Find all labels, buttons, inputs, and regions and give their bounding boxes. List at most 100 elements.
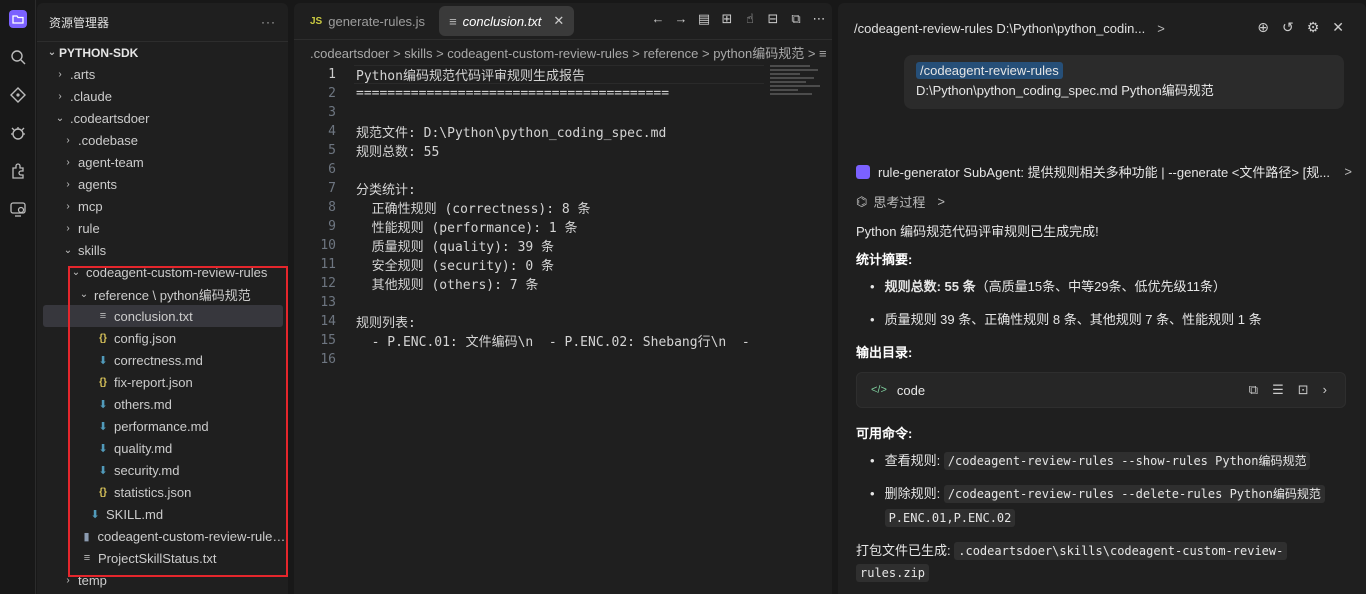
tree-folder[interactable]: › rule <box>37 217 288 239</box>
line-number: 7 <box>328 181 336 196</box>
tree-folder[interactable]: ⌄ skills <box>37 239 288 261</box>
line-text: 规则列表: <box>356 316 416 331</box>
pack-path[interactable]: .codeartsdoer\skills\codeagent-custom-re… <box>954 542 1288 560</box>
tree-folder[interactable]: › .claude <box>37 85 288 107</box>
chevron-down-icon: ⌄ <box>47 47 57 58</box>
command-item: • 查看规则: /codeagent-review-rules --show-r… <box>870 449 1311 473</box>
pack-path[interactable]: rules.zip <box>856 564 930 582</box>
split-editor-icon[interactable]: ⊟ <box>766 11 780 27</box>
chevron-right-icon[interactable]: > <box>1157 21 1165 36</box>
highlight-box <box>68 266 288 577</box>
code-line[interactable]: 8 正确性规则 (correctness): 8 条 <box>294 198 764 217</box>
completion-message: Python 编码规范代码评审规则已生成完成! <box>856 224 1099 239</box>
line-number: 16 <box>320 352 336 367</box>
thinking-toggle[interactable]: ⌬ 思考过程 > <box>856 192 945 211</box>
line-text: - P.ENC.01: 文件编码\n - P.ENC.02: Shebang行\… <box>356 335 758 350</box>
settings-icon[interactable]: ⚙ <box>1307 19 1320 36</box>
new-chat-icon[interactable]: ⊕ <box>1257 19 1269 36</box>
code-line[interactable]: 9 性能规则 (performance): 1 条 <box>294 217 764 236</box>
code-line[interactable]: 7 分类统计: <box>294 179 764 198</box>
explorer-activity-icon[interactable] <box>0 0 36 38</box>
tree-folder[interactable]: › agent-team <box>37 151 288 173</box>
chat-header-actions: ⊕ ↺ ⚙ ✕ <box>1257 19 1344 36</box>
user-message-args: D:\Python\python_coding_spec.md Python编码… <box>916 83 1214 98</box>
line-number: 15 <box>320 333 336 348</box>
chat-title[interactable]: /codeagent-review-rules D:\Python\python… <box>854 21 1145 36</box>
chat-header: /codeagent-review-rules D:\Python\python… <box>838 3 1366 53</box>
subagent-label: rule-generator SubAgent: 提供规则相关多种功能 | --… <box>878 165 1331 180</box>
explorer-title: 资源管理器 <box>49 15 110 30</box>
line-text: 规则总数: 55 <box>356 145 440 160</box>
tree-item-label: .codeartsdoer <box>70 110 150 126</box>
arrow-right-icon[interactable]: → <box>674 11 688 27</box>
line-number: 5 <box>328 143 336 158</box>
code-line[interactable]: 12 其他规则 (others): 7 条 <box>294 274 764 293</box>
code-line[interactable]: 5 规则总数: 55 <box>294 141 764 160</box>
line-text: 质量规则 (quality): 39 条 <box>356 240 555 255</box>
history-icon[interactable]: ↺ <box>1282 19 1294 36</box>
tab-conclusion[interactable]: ≡ conclusion.txt ✕ <box>439 6 575 36</box>
code-line[interactable]: 4 规范文件: D:\Python\python_coding_spec.md <box>294 122 764 141</box>
tree-folder[interactable]: ⌄ .codeartsdoer <box>37 107 288 129</box>
hand-icon[interactable]: ☝ <box>743 11 757 27</box>
chevron-right-icon[interactable]: › <box>1323 382 1327 398</box>
preview-icon[interactable]: ▤ <box>697 11 711 27</box>
tree-item-label: agents <box>78 176 118 192</box>
code-editor[interactable]: 1 Python编码规范代码评审规则生成报告 2 ==================… <box>294 65 764 369</box>
tree-folder[interactable]: › mcp <box>37 195 288 217</box>
search-activity-icon[interactable] <box>0 38 36 76</box>
line-text: 分类统计: <box>356 183 416 198</box>
line-number: 4 <box>328 124 336 139</box>
code-line[interactable]: 10 质量规则 (quality): 39 条 <box>294 236 764 255</box>
more-actions-icon[interactable]: ⋯ <box>812 11 826 27</box>
tree-folder[interactable]: › agents <box>37 173 288 195</box>
output-dir-card[interactable]: </> code ⧉ ☰ ⊡ › <box>856 372 1346 408</box>
code-line[interactable]: 15 - P.ENC.01: 文件编码\n - P.ENC.02: Sheban… <box>294 331 764 350</box>
line-number: 10 <box>320 238 336 253</box>
tree-folder[interactable]: › .codebase <box>37 129 288 151</box>
code-line[interactable]: 16 <box>294 350 764 369</box>
explorer-panel: 资源管理器 ··· ⌄ PYTHON-SDK › .arts › .claude ⌄ .c… <box>37 3 288 594</box>
tree-folder[interactable]: › .arts <box>37 63 288 85</box>
code-line[interactable]: 11 安全规则 (security): 0 条 <box>294 255 764 274</box>
line-number: 13 <box>320 295 336 310</box>
breadcrumb[interactable]: .codeartsdoer > skills > codeagent-custo… <box>294 39 832 65</box>
tree-item-label: .codebase <box>78 132 138 148</box>
more-actions-icon[interactable]: ··· <box>261 15 276 29</box>
subagent-invocation[interactable]: rule-generator SubAgent: 提供规则相关多种功能 | --… <box>856 162 1356 181</box>
compare-icon[interactable]: ⧉ <box>789 11 803 27</box>
source-control-activity-icon[interactable] <box>0 76 36 114</box>
arrow-left-icon[interactable]: ← <box>651 11 665 27</box>
close-icon[interactable]: ✕ <box>1332 19 1344 36</box>
code-line[interactable]: 14 规则列表: <box>294 312 764 331</box>
output-title: 输出目录: <box>856 345 913 360</box>
tab-label: conclusion.txt <box>462 13 542 29</box>
workspace-root[interactable]: ⌄ PYTHON-SDK <box>37 41 288 63</box>
line-number: 8 <box>328 200 336 215</box>
chevron-right-icon: › <box>66 222 70 234</box>
command-code[interactable]: /codeagent-review-rules --show-rules Pyt… <box>943 452 1311 470</box>
tab-generate-rules[interactable]: JS generate-rules.js <box>300 6 435 36</box>
summary-item: • 规则总数: 55 条（高质量15条、中等29条、低优先级11条） <box>870 279 1227 294</box>
copy-icon[interactable]: ⧉ <box>1249 382 1258 398</box>
insert-icon[interactable]: ⊡ <box>1298 382 1309 398</box>
close-icon[interactable]: ✕ <box>553 13 564 29</box>
command-code[interactable]: P.ENC.01,P.ENC.02 <box>884 509 1016 527</box>
list-icon[interactable]: ☰ <box>1272 382 1284 398</box>
editor-group: JS generate-rules.js ≡ conclusion.txt ✕ … <box>294 3 832 594</box>
debug-activity-icon[interactable] <box>0 114 36 152</box>
card-actions: ⧉ ☰ ⊡ › <box>1249 382 1327 398</box>
code-line[interactable]: 3 <box>294 103 764 122</box>
line-number: 2 <box>328 86 336 101</box>
tree-item-label: agent-team <box>78 154 144 170</box>
code-line[interactable]: 13 <box>294 293 764 312</box>
extensions-activity-icon[interactable] <box>0 152 36 190</box>
agent-icon <box>856 164 870 179</box>
code-line[interactable]: 6 <box>294 160 764 179</box>
code-line[interactable]: 1 Python编码规范代码评审规则生成报告 <box>294 65 764 84</box>
command-code[interactable]: /codeagent-review-rules --delete-rules P… <box>943 485 1325 503</box>
table-icon[interactable]: ⊞ <box>720 11 734 27</box>
minimap[interactable] <box>770 65 822 105</box>
remote-activity-icon[interactable] <box>0 190 36 228</box>
code-line[interactable]: 2 =======================================… <box>294 84 764 103</box>
